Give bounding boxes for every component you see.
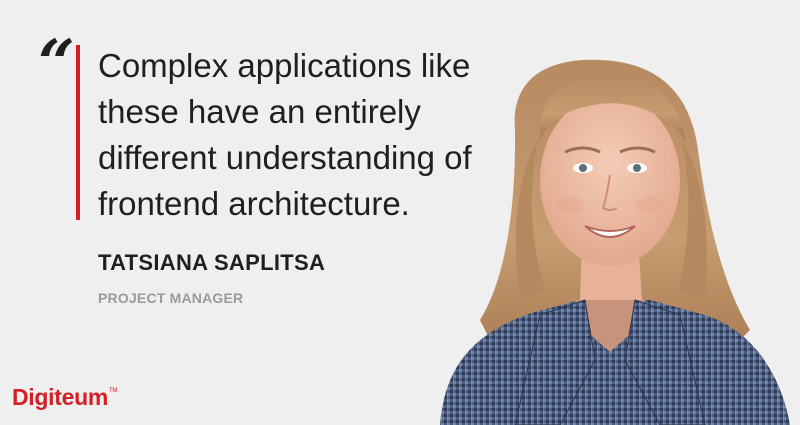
person-role: PROJECT MANAGER	[98, 290, 244, 306]
quote-mark-icon: “	[38, 26, 75, 101]
digiteum-logo: DigiteumTM	[12, 384, 117, 411]
quote-card: “ Complex applications like these have a…	[0, 0, 800, 425]
portrait-photo	[440, 59, 790, 425]
logo-wordmark: Digiteum	[12, 384, 108, 410]
quote-accent-bar	[76, 45, 80, 220]
logo-trademark: TM	[109, 388, 118, 394]
person-name: TATSIANA SAPLITSA	[98, 250, 326, 275]
